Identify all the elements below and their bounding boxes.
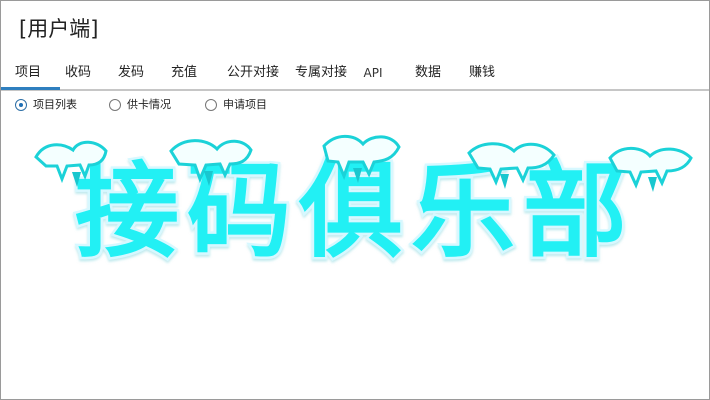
tab-send-codes[interactable]: 发码 <box>114 62 148 84</box>
radio-apply-project[interactable]: 申请项目 <box>205 93 287 117</box>
active-tab-underline <box>1 87 60 90</box>
tab-projects[interactable]: 项目 <box>11 62 45 84</box>
radio-project-list[interactable]: 项目列表 <box>15 93 97 117</box>
view-radio-group: 项目列表 供卡情况 申请项目 <box>1 93 709 117</box>
tab-public-connect[interactable]: 公开对接 <box>223 62 283 84</box>
tab-bar: 项目 收码 发码 充值 公开对接 专属对接 API 数据 赚钱 <box>1 57 709 91</box>
banner-title: 接码俱乐部 <box>75 150 635 269</box>
radio-label: 供卡情况 <box>127 98 171 111</box>
radio-label: 项目列表 <box>33 98 77 111</box>
app-window: [用户端] 项目 收码 发码 充值 公开对接 专属对接 API 数据 赚钱 项目… <box>0 0 710 400</box>
snow-banner-svg: 接码俱乐部 <box>34 134 693 269</box>
page-title: [用户端] <box>19 17 99 41</box>
tab-receive-codes[interactable]: 收码 <box>61 62 95 84</box>
tab-private-connect[interactable]: 专属对接 <box>291 62 351 84</box>
radio-selected-icon <box>15 99 27 111</box>
radio-unselected-icon <box>109 99 121 111</box>
radio-unselected-icon <box>205 99 217 111</box>
radio-card-supply[interactable]: 供卡情况 <box>109 93 191 117</box>
tab-recharge[interactable]: 充值 <box>167 62 201 84</box>
tab-earn[interactable]: 赚钱 <box>465 62 499 84</box>
banner-image: 接码俱乐部 <box>1 119 709 269</box>
radio-label: 申请项目 <box>223 98 267 111</box>
tab-data[interactable]: 数据 <box>411 62 445 84</box>
tab-api[interactable]: API <box>360 62 386 84</box>
radio-dot-icon <box>19 103 23 107</box>
